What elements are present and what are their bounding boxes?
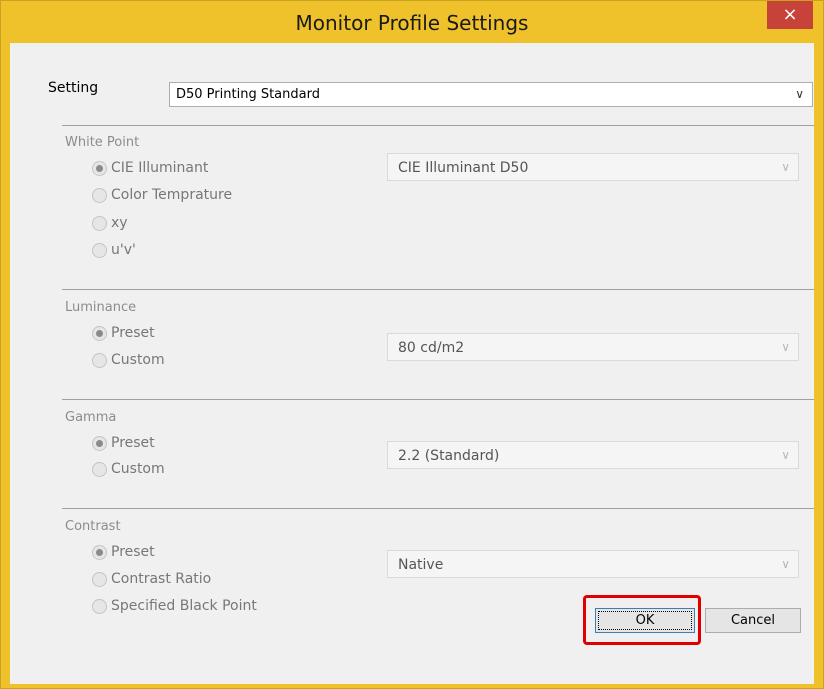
- gamma-dropdown-value: 2.2 (Standard): [398, 448, 500, 464]
- radio-label: Custom: [111, 352, 165, 368]
- radio-label: u'v': [111, 242, 136, 258]
- radio-button-checked[interactable]: [92, 435, 107, 451]
- setting-select-value: D50 Printing Standard: [176, 87, 320, 102]
- chevron-down-icon: ∨: [781, 160, 790, 174]
- title-bar[interactable]: Monitor Profile Settings ×: [1, 1, 823, 43]
- contrast-dropdown-value: Native: [398, 557, 444, 573]
- cancel-button-label: Cancel: [730, 613, 776, 628]
- radio-label: Specified Black Point: [111, 598, 257, 614]
- radio-label: Contrast Ratio: [111, 571, 212, 587]
- radio-label: xy: [111, 215, 128, 231]
- chevron-down-icon: ∨: [795, 87, 804, 101]
- contrast-dropdown[interactable]: Native ∨: [387, 550, 799, 578]
- white-point-dropdown-value: CIE Illuminant D50: [398, 160, 529, 176]
- divider: [62, 125, 814, 126]
- radio-luminance-preset[interactable]: Preset: [92, 323, 155, 343]
- white-point-title: White Point: [65, 135, 140, 150]
- contrast-title: Contrast: [65, 519, 121, 534]
- radio-button[interactable]: [92, 215, 107, 231]
- divider: [62, 508, 814, 509]
- chevron-down-icon: ∨: [781, 340, 790, 354]
- radio-button[interactable]: [92, 571, 107, 587]
- gamma-title: Gamma: [65, 410, 117, 425]
- radio-uv[interactable]: u'v': [92, 240, 136, 260]
- radio-xy[interactable]: xy: [92, 213, 128, 233]
- radio-color-temperature[interactable]: Color Temprature: [92, 185, 232, 205]
- close-button[interactable]: ×: [767, 1, 813, 29]
- radio-button-checked[interactable]: [92, 160, 107, 176]
- dialog-window: Monitor Profile Settings × Setting D50 P…: [0, 0, 824, 689]
- radio-button[interactable]: [92, 461, 107, 477]
- divider: [62, 399, 814, 400]
- luminance-dropdown[interactable]: 80 cd/m2 ∨: [387, 333, 799, 361]
- radio-button-checked[interactable]: [92, 544, 107, 560]
- radio-label: Color Temprature: [111, 187, 233, 203]
- radio-button-checked[interactable]: [92, 325, 107, 341]
- radio-label: Preset: [111, 325, 155, 341]
- white-point-dropdown[interactable]: CIE Illuminant D50 ∨: [387, 153, 799, 181]
- highlight-box: [583, 595, 701, 645]
- gamma-dropdown[interactable]: 2.2 (Standard) ∨: [387, 441, 799, 469]
- setting-label: Setting: [48, 80, 99, 96]
- luminance-dropdown-value: 80 cd/m2: [398, 340, 465, 356]
- radio-specified-black-point[interactable]: Specified Black Point: [92, 596, 257, 616]
- radio-luminance-custom[interactable]: Custom: [92, 350, 165, 370]
- window-title: Monitor Profile Settings: [295, 11, 529, 35]
- radio-cie-illuminant[interactable]: CIE Illuminant: [92, 158, 208, 178]
- radio-label: Preset: [111, 435, 155, 451]
- dialog-client-area: Setting D50 Printing Standard ∨ White Po…: [10, 43, 814, 684]
- cancel-button[interactable]: Cancel: [705, 608, 801, 633]
- radio-button[interactable]: [92, 242, 107, 258]
- radio-gamma-custom[interactable]: Custom: [92, 459, 165, 479]
- radio-label: CIE Illuminant: [111, 160, 209, 176]
- radio-gamma-preset[interactable]: Preset: [92, 433, 155, 453]
- radio-button[interactable]: [92, 352, 107, 368]
- chevron-down-icon: ∨: [781, 557, 790, 571]
- setting-select[interactable]: D50 Printing Standard ∨: [169, 82, 813, 107]
- radio-button[interactable]: [92, 187, 107, 203]
- radio-label: Custom: [111, 461, 165, 477]
- radio-contrast-preset[interactable]: Preset: [92, 542, 155, 562]
- divider: [62, 289, 814, 290]
- chevron-down-icon: ∨: [781, 448, 790, 462]
- radio-button[interactable]: [92, 598, 107, 614]
- close-icon: ×: [782, 4, 798, 25]
- radio-contrast-ratio[interactable]: Contrast Ratio: [92, 569, 211, 589]
- radio-label: Preset: [111, 544, 155, 560]
- luminance-title: Luminance: [65, 300, 137, 315]
